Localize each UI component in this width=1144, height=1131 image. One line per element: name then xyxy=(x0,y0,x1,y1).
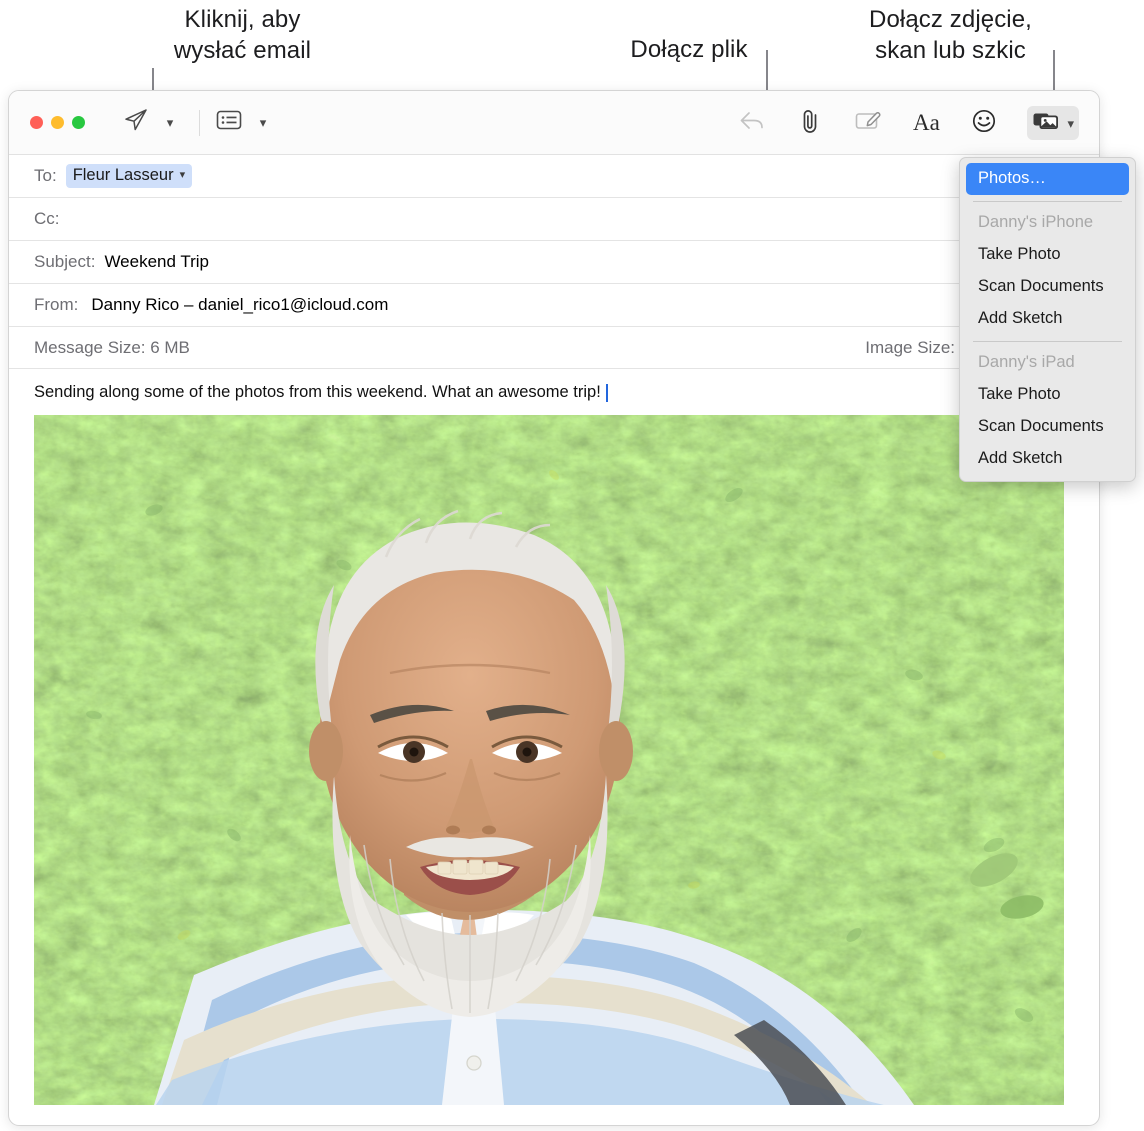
subject-value: Weekend Trip xyxy=(104,252,210,271)
format-button[interactable]: Aa xyxy=(911,106,941,140)
subject-label: Subject: xyxy=(34,252,96,271)
toolbar-divider xyxy=(199,109,200,136)
menu-item-ipad-take-photo[interactable]: Take Photo xyxy=(960,379,1135,411)
recipient-chip-fleur-lasseur[interactable]: Fleur Lasseur ▾ xyxy=(65,164,193,188)
send-button[interactable] xyxy=(121,106,151,140)
message-body[interactable]: Sending along some of the photos from th… xyxy=(9,369,1099,415)
recipient-name: Fleur Lasseur xyxy=(72,166,174,184)
menu-item-iphone-take-photo[interactable]: Take Photo xyxy=(960,239,1135,271)
paperclip-icon xyxy=(798,107,822,140)
chevron-down-icon: ▾ xyxy=(259,115,267,130)
menu-divider xyxy=(973,201,1122,202)
photo-browser-button[interactable]: ▾ xyxy=(1027,106,1079,140)
menu-divider xyxy=(973,341,1122,342)
smiley-icon xyxy=(971,108,997,139)
menu-group-dannys-ipad: Danny's iPad xyxy=(978,353,1075,371)
compose-window: ▾ ▾ Aa ▾ To: Fleur Lasseur ▾ Cc: Subject… xyxy=(8,90,1100,1126)
reply-button[interactable] xyxy=(737,106,767,140)
menu-group-dannys-iphone: Danny's iPhone xyxy=(978,213,1094,231)
reply-arrow-icon xyxy=(738,109,766,138)
from-field-row[interactable]: From: Danny Rico – daniel_rico1@icloud.c… xyxy=(9,284,1099,327)
screenshot-root: Kliknij, aby wysłać email Dołącz plik Do… xyxy=(0,0,1144,1131)
chevron-down-icon: ▾ xyxy=(166,115,174,130)
text-caret xyxy=(605,383,608,402)
subject-field-row[interactable]: Subject: Weekend Trip xyxy=(9,241,1099,284)
zoom-button[interactable] xyxy=(72,116,85,129)
callout-attach-file: Dołącz plik xyxy=(630,36,748,63)
photo-browser-menu: Photos… Danny's iPhone Take Photo Scan D… xyxy=(959,157,1136,482)
menu-item-ipad-scan-documents[interactable]: Scan Documents xyxy=(960,411,1135,443)
compose-toolbar: ▾ ▾ Aa ▾ xyxy=(9,91,1099,155)
attached-photo[interactable] xyxy=(34,415,1064,1105)
toolbar-right-group: Aa ▾ xyxy=(737,91,1079,155)
menu-item-iphone-scan-documents[interactable]: Scan Documents xyxy=(960,271,1135,303)
markup-icon xyxy=(854,109,882,138)
from-label: From: xyxy=(34,295,79,314)
to-label: To: xyxy=(34,166,57,185)
traffic-lights xyxy=(30,116,85,129)
stationery-button[interactable] xyxy=(214,106,244,140)
chevron-down-icon: ▾ xyxy=(179,169,186,181)
from-value: Danny Rico – daniel_rico1@icloud.com xyxy=(91,295,389,314)
cc-field-row[interactable]: Cc: xyxy=(9,198,1099,241)
photo-image xyxy=(34,415,1064,1105)
menu-item-iphone-add-sketch[interactable]: Add Sketch xyxy=(960,303,1135,335)
chevron-down-icon: ▾ xyxy=(1067,115,1074,131)
menu-item-photos[interactable]: Photos… xyxy=(966,163,1129,195)
attach-file-button[interactable] xyxy=(795,106,825,140)
format-text-icon: Aa xyxy=(913,110,940,135)
image-size-label: Image Size: xyxy=(865,338,955,357)
callout-attach-photo: Dołącz zdjęcie, skan lub szkic xyxy=(869,6,1032,64)
menu-item-ipad-add-sketch[interactable]: Add Sketch xyxy=(960,443,1135,475)
send-options-button[interactable]: ▾ xyxy=(155,106,185,140)
markup-button[interactable] xyxy=(853,106,883,140)
close-button[interactable] xyxy=(30,116,43,129)
send-icon xyxy=(122,107,150,138)
callout-send: Kliknij, aby wysłać email xyxy=(173,6,312,64)
stationery-options-button[interactable]: ▾ xyxy=(248,106,278,140)
photos-stack-icon xyxy=(1032,109,1060,138)
emoji-button[interactable] xyxy=(969,106,999,140)
message-body-text: Sending along some of the photos from th… xyxy=(34,383,601,401)
cc-label: Cc: xyxy=(34,209,60,228)
message-size-row: Message Size: 6 MB Image Size: Actual Si… xyxy=(9,327,1099,369)
minimize-button[interactable] xyxy=(51,116,64,129)
stationery-icon xyxy=(215,109,243,136)
to-field-row[interactable]: To: Fleur Lasseur ▾ xyxy=(9,155,1099,198)
toolbar-left-group: ▾ ▾ xyxy=(121,106,278,140)
message-size-label: Message Size: 6 MB xyxy=(34,337,190,357)
